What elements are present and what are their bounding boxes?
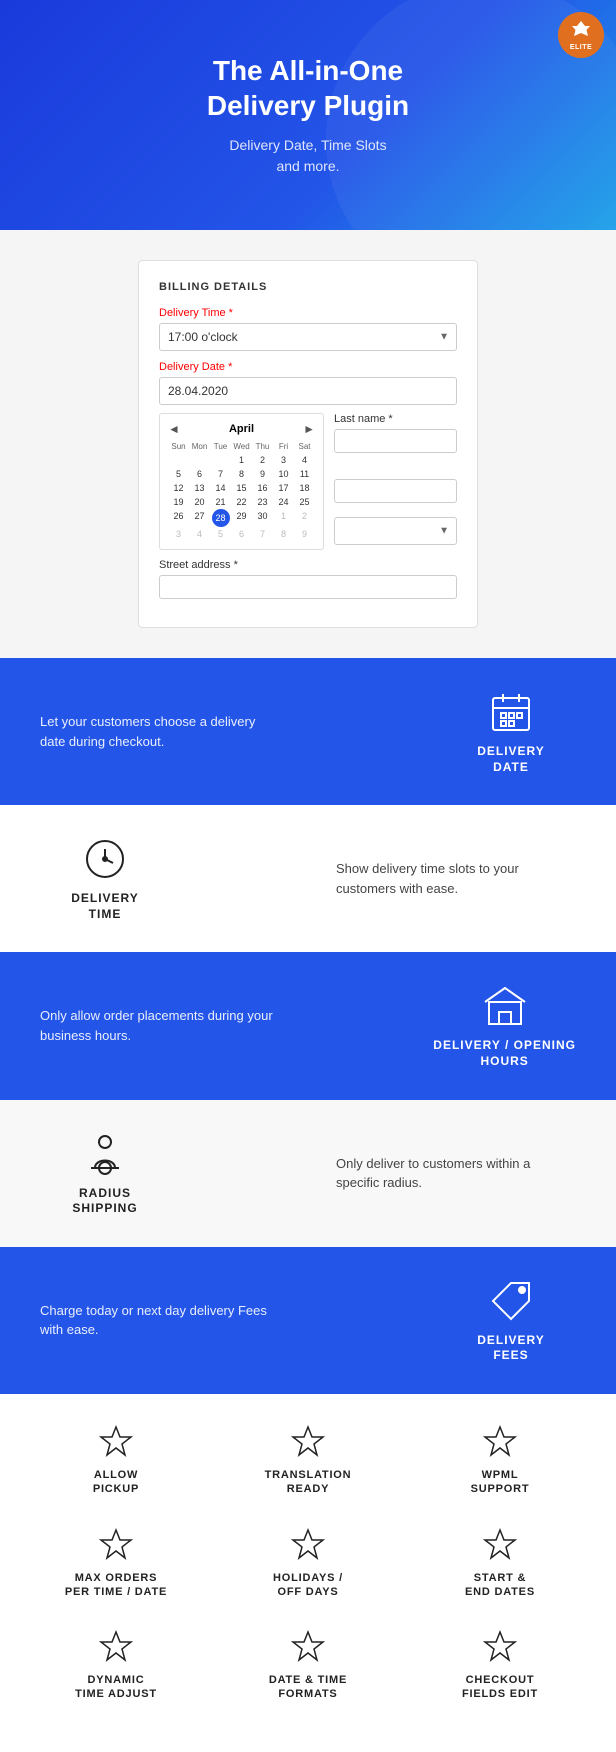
checkout-card: BILLING DETAILS Delivery Time * 17:00 o'… bbox=[138, 260, 478, 628]
delivery-time-icon-block: DELIVERYTIME bbox=[40, 835, 170, 922]
dynamic-time-label: DYNAMICTIME ADJUST bbox=[75, 1673, 157, 1702]
delivery-fees-icon-block: DELIVERYFEES bbox=[446, 1277, 576, 1364]
feature-dynamic-time: DYNAMICTIME ADJUST bbox=[51, 1629, 181, 1702]
allow-pickup-label: ALLOWPICKUP bbox=[93, 1468, 139, 1497]
opening-hours-icon-block: DELIVERY / OPENINGHOURS bbox=[433, 982, 576, 1069]
delivery-time-label-text: DELIVERYTIME bbox=[71, 891, 139, 922]
start-end-dates-label: START &END DATES bbox=[465, 1571, 535, 1600]
street-label: Street address * bbox=[159, 559, 457, 571]
max-orders-label: MAX ORDERSPER TIME / DATE bbox=[65, 1571, 167, 1600]
feature-delivery-fees: Charge today or next day delivery Fees w… bbox=[0, 1247, 616, 1394]
wpml-support-label: WPMLSUPPORT bbox=[471, 1468, 530, 1497]
star-icon-4 bbox=[98, 1527, 134, 1563]
star-icon-8 bbox=[290, 1629, 326, 1665]
calendar-days: 1 2 3 4 5 6 7 8 9 10 11 12 13 14 15 bbox=[168, 453, 315, 541]
hero-section: ELITE The All-in-One Delivery Plugin Del… bbox=[0, 0, 616, 230]
calendar-header: ◄ April ► bbox=[168, 422, 315, 436]
delivery-time-select[interactable]: 17:00 o'clock bbox=[159, 323, 457, 351]
feature-date-time-formats: DATE & TIMEFORMATS bbox=[243, 1629, 373, 1702]
feature-holidays: HOLIDAYS /OFF DAYS bbox=[243, 1527, 373, 1600]
delivery-time-text: Show delivery time slots to your custome… bbox=[336, 859, 576, 898]
feature-translation-ready: TRANSLATIONREADY bbox=[243, 1424, 373, 1497]
feature-delivery-date: Let your customers choose a delivery dat… bbox=[0, 658, 616, 805]
right-fields: Last name * ▼ bbox=[334, 413, 457, 545]
feature-wpml-support: WPMLSUPPORT bbox=[435, 1424, 565, 1497]
delivery-time-label: Delivery Time * bbox=[159, 307, 457, 319]
star-icon-1 bbox=[98, 1424, 134, 1460]
radius-shipping-text: Only deliver to customers within a speci… bbox=[336, 1154, 576, 1193]
radius-shipping-icon-block: RADIUSSHIPPING bbox=[40, 1130, 170, 1217]
opening-hours-text: Only allow order placements during your … bbox=[40, 1006, 280, 1045]
features-row-3: DYNAMICTIME ADJUST DATE & TIMEFORMATS CH… bbox=[20, 1629, 596, 1702]
hero-subtitle: Delivery Date, Time Slotsand more. bbox=[229, 135, 386, 177]
features-row-2: MAX ORDERSPER TIME / DATE HOLIDAYS /OFF … bbox=[20, 1527, 596, 1600]
calendar: ◄ April ► Sun Mon Tue Wed Thu Fri Sat bbox=[159, 413, 324, 550]
right-select-wrapper[interactable]: ▼ bbox=[334, 517, 457, 545]
calendar-row: ◄ April ► Sun Mon Tue Wed Thu Fri Sat bbox=[159, 413, 457, 555]
checkout-mockup-section: BILLING DETAILS Delivery Time * 17:00 o'… bbox=[0, 230, 616, 658]
star-icon-6 bbox=[482, 1527, 518, 1563]
street-input[interactable] bbox=[159, 575, 457, 599]
features-row-1: ALLOWPICKUP TRANSLATIONREADY WPMLSUPPORT bbox=[20, 1424, 596, 1497]
clock-icon bbox=[81, 835, 129, 883]
features-grid-section: ALLOWPICKUP TRANSLATIONREADY WPMLSUPPORT… bbox=[0, 1394, 616, 1752]
last-name-input[interactable] bbox=[334, 429, 457, 453]
feature-radius-shipping: RADIUSSHIPPING Only deliver to customers… bbox=[0, 1100, 616, 1247]
holidays-label: HOLIDAYS /OFF DAYS bbox=[273, 1571, 343, 1600]
delivery-time-select-wrapper[interactable]: 17:00 o'clock ▼ bbox=[159, 323, 457, 351]
delivery-fees-label-text: DELIVERYFEES bbox=[477, 1333, 545, 1364]
tag-icon bbox=[487, 1277, 535, 1325]
elite-badge: ELITE bbox=[558, 12, 604, 58]
delivery-fees-text: Charge today or next day delivery Fees w… bbox=[40, 1301, 280, 1340]
calendar-day-headers: Sun Mon Tue Wed Thu Fri Sat bbox=[168, 442, 315, 451]
right-select[interactable] bbox=[334, 517, 457, 545]
delivery-date-input[interactable] bbox=[159, 377, 457, 405]
extra-input-1[interactable] bbox=[334, 479, 457, 503]
person-location-icon bbox=[81, 1130, 129, 1178]
elite-label: ELITE bbox=[570, 44, 592, 51]
star-icon-2 bbox=[290, 1424, 326, 1460]
star-icon-7 bbox=[98, 1629, 134, 1665]
billing-title: BILLING DETAILS bbox=[159, 281, 457, 293]
feature-delivery-time: DELIVERYTIME Show delivery time slots to… bbox=[0, 805, 616, 952]
opening-hours-label-text: DELIVERY / OPENINGHOURS bbox=[433, 1038, 576, 1069]
feature-max-orders: MAX ORDERSPER TIME / DATE bbox=[51, 1527, 181, 1600]
elite-icon bbox=[569, 19, 593, 43]
date-time-formats-label: DATE & TIMEFORMATS bbox=[269, 1673, 347, 1702]
star-icon-3 bbox=[482, 1424, 518, 1460]
feature-allow-pickup: ALLOWPICKUP bbox=[51, 1424, 181, 1497]
calendar-month: April bbox=[229, 423, 254, 435]
star-icon-9 bbox=[482, 1629, 518, 1665]
last-name-label: Last name * bbox=[334, 413, 457, 425]
feature-start-end-dates: START &END DATES bbox=[435, 1527, 565, 1600]
calendar-icon bbox=[487, 688, 535, 736]
radius-shipping-label-text: RADIUSSHIPPING bbox=[72, 1186, 137, 1217]
translation-ready-label: TRANSLATIONREADY bbox=[265, 1468, 352, 1497]
feature-opening-hours: Only allow order placements during your … bbox=[0, 952, 616, 1099]
store-icon bbox=[481, 982, 529, 1030]
delivery-date-label-text: DELIVERYDATE bbox=[477, 744, 545, 775]
delivery-date-text: Let your customers choose a delivery dat… bbox=[40, 712, 280, 751]
calendar-next[interactable]: ► bbox=[303, 422, 315, 436]
hero-title: The All-in-One Delivery Plugin bbox=[207, 53, 409, 123]
delivery-date-icon-block: DELIVERYDATE bbox=[446, 688, 576, 775]
star-icon-5 bbox=[290, 1527, 326, 1563]
checkout-fields-label: CHECKOUTFIELDS EDIT bbox=[462, 1673, 538, 1702]
feature-checkout-fields: CHECKOUTFIELDS EDIT bbox=[435, 1629, 565, 1702]
calendar-prev[interactable]: ◄ bbox=[168, 422, 180, 436]
delivery-date-label: Delivery Date * bbox=[159, 361, 457, 373]
